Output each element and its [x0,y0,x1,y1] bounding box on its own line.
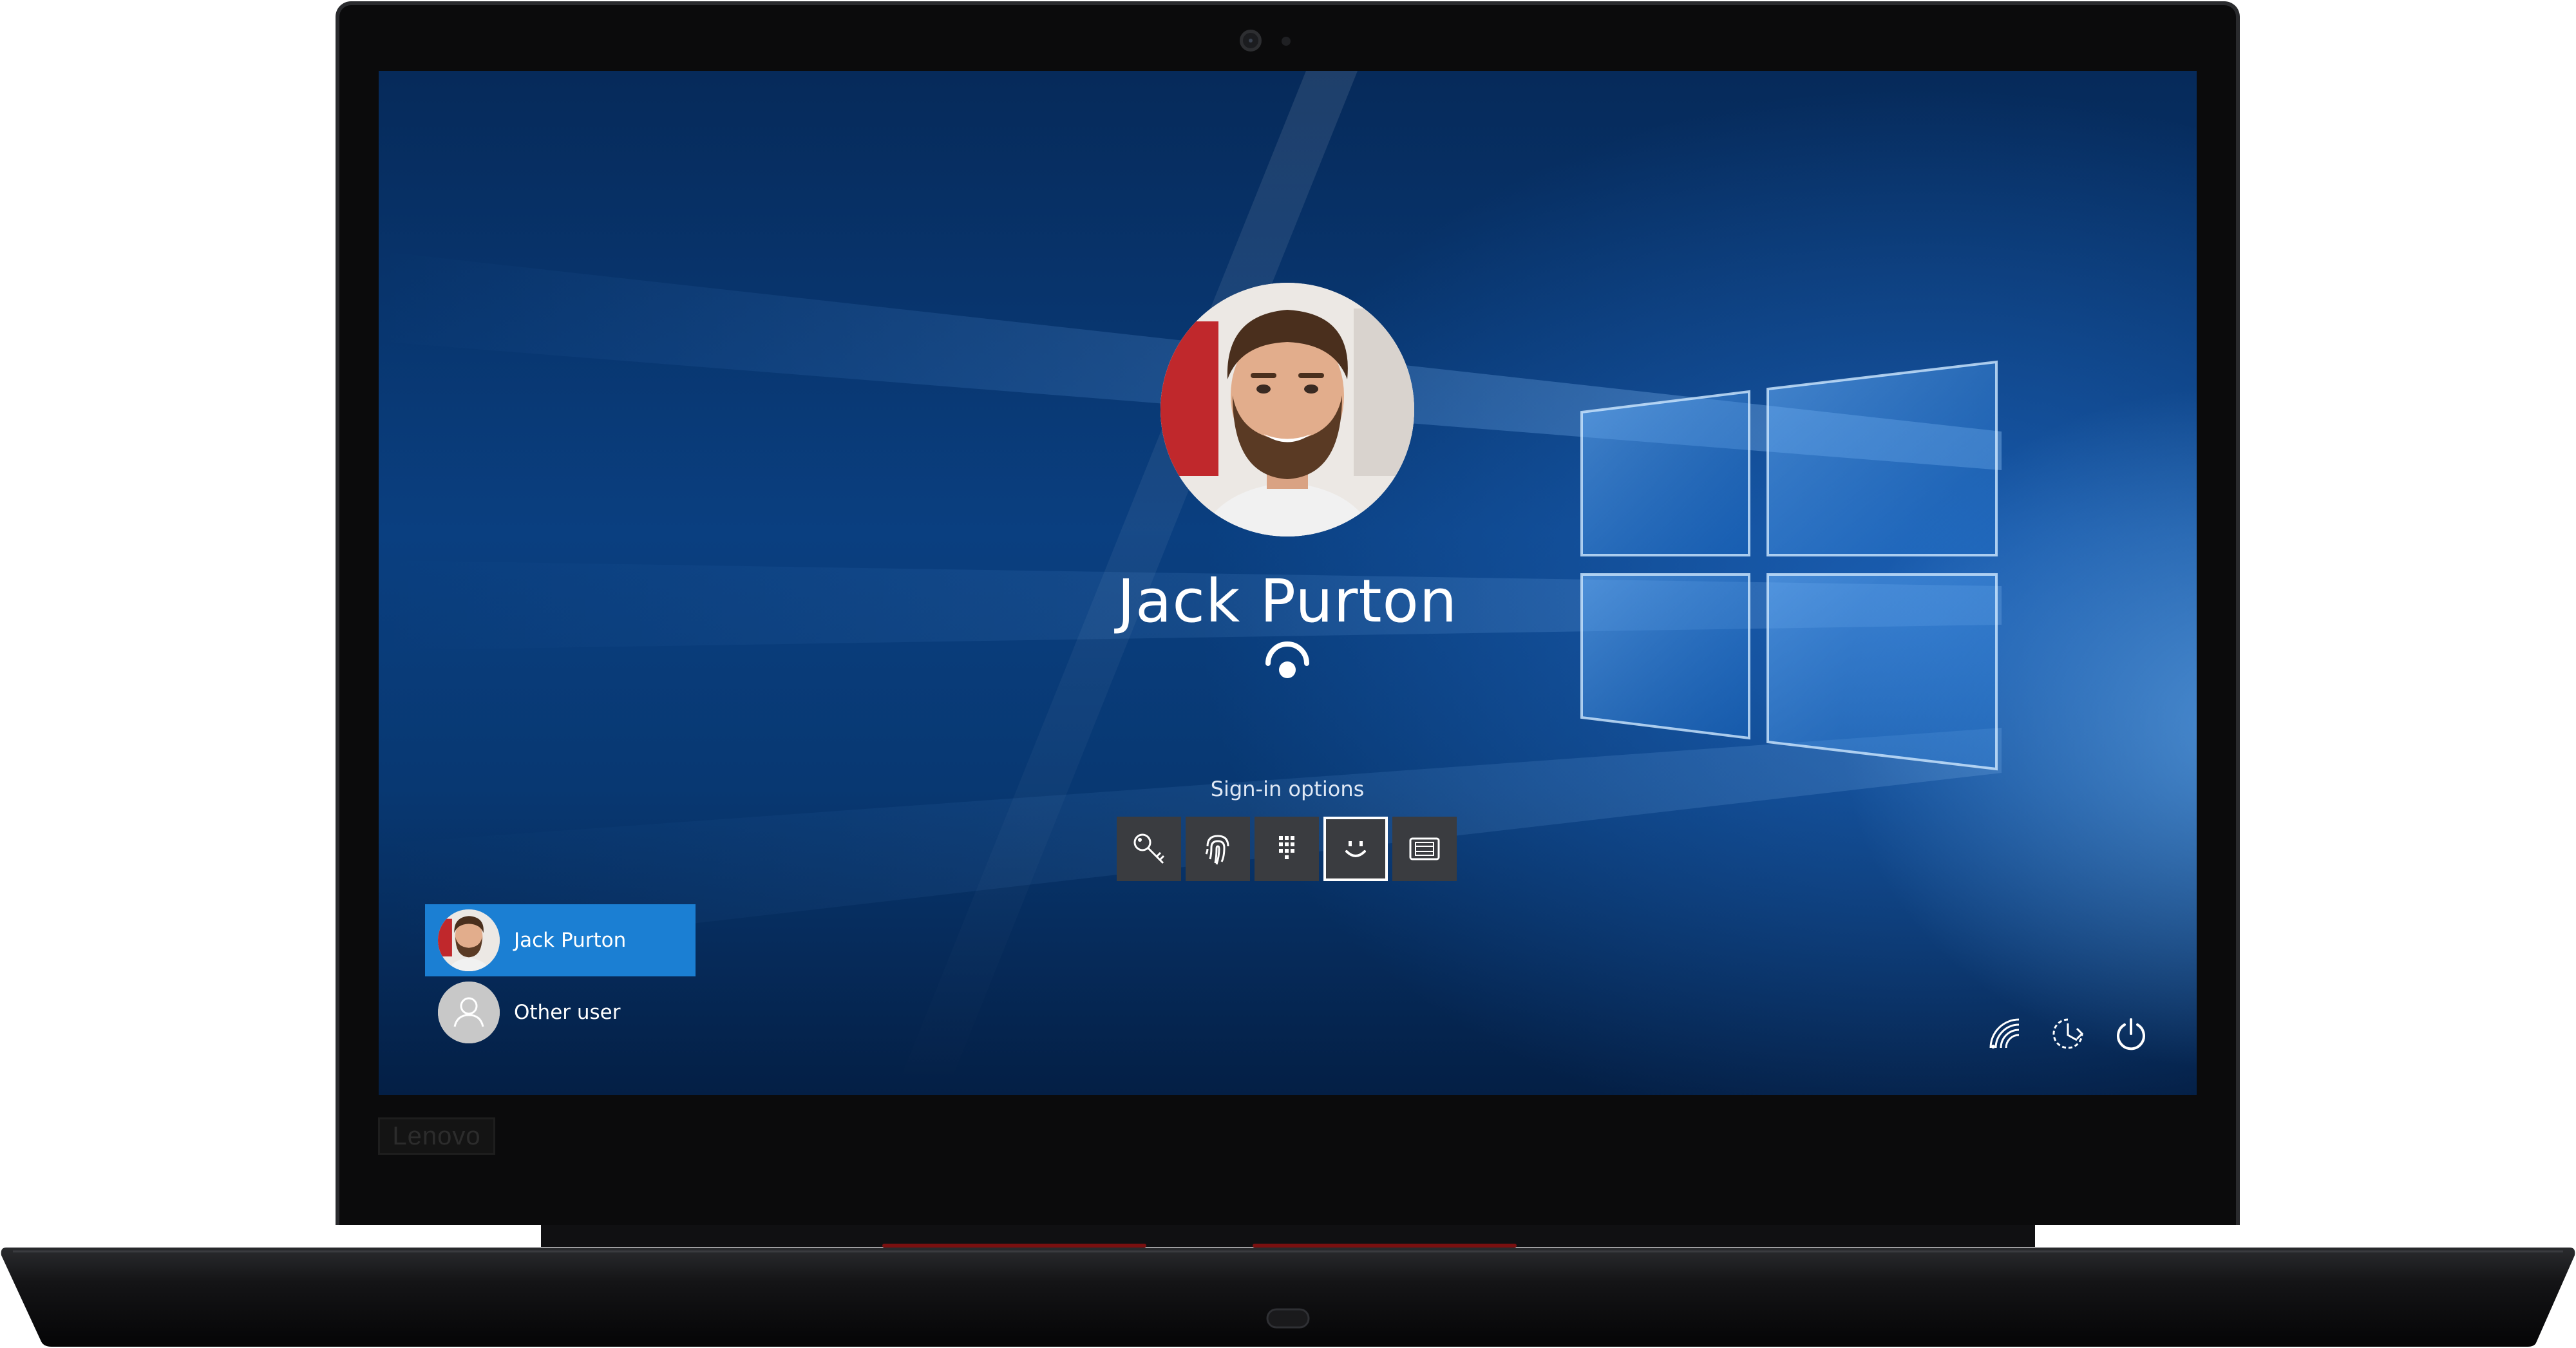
smart-card-icon [1409,837,1440,860]
signin-option-smart-card[interactable] [1392,817,1457,881]
user-list-label: Other user [514,1001,621,1024]
user-name-heading: Jack Purton [1117,567,1458,636]
network-button[interactable] [1982,1011,2027,1056]
power-icon [2117,1018,2145,1050]
pin-keypad-icon [1279,836,1294,859]
user-avatar-large [1160,283,1414,536]
generic-person-icon [438,982,500,1043]
fingerprint-icon [1205,835,1229,865]
laptop-render: Jack Purton Sign-in options Jack Purton … [0,0,2576,1348]
webcam [1240,30,1262,52]
network-icon [1989,1018,2020,1049]
signin-option-pin[interactable] [1255,817,1319,881]
ir-sensor [1282,37,1291,46]
user-list-label: Jack Purton [514,929,627,952]
user-avatar-small [438,909,500,971]
lenovo-logo: Lenovo [378,1117,495,1155]
signin-option-fingerprint[interactable] [1186,817,1250,881]
face-recognition-icon [1345,841,1366,857]
face-scan-icon [1262,638,1313,689]
ease-of-access-icon [2052,1018,2084,1049]
ease-of-access-button[interactable] [2045,1011,2090,1056]
signin-options-label: Sign-in options [1210,777,1365,801]
user-list-item-other-user[interactable]: Other user [425,976,696,1049]
signin-option-password[interactable] [1117,817,1181,881]
power-button[interactable] [2108,1011,2154,1056]
laptop-base [1,1248,2575,1347]
signin-option-face[interactable] [1323,817,1388,881]
lock-screen: Jack Purton Sign-in options Jack Purton … [379,71,2197,1095]
key-icon [1133,833,1165,864]
user-list-item-jack-purton[interactable]: Jack Purton [425,904,696,976]
signin-options-bar [1117,817,1457,881]
